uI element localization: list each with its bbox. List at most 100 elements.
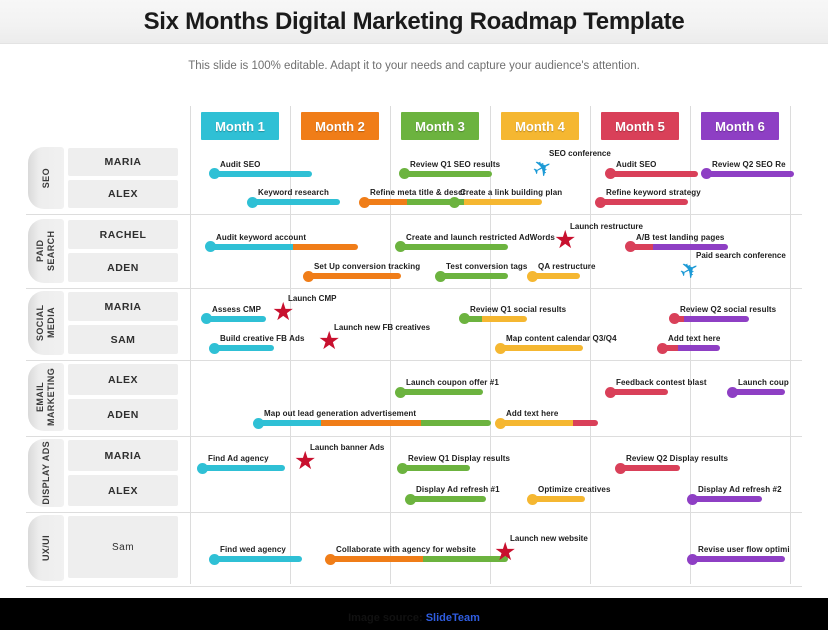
task-bar[interactable]: Feedback contest blast <box>605 378 707 398</box>
task-start-dot <box>395 241 406 253</box>
task-bar-segment <box>608 389 668 396</box>
person-cell: ALEX <box>68 364 178 395</box>
task-bar-segment <box>690 496 762 503</box>
task-start-dot <box>397 462 408 474</box>
task-label: Review Q1 Display results <box>408 454 511 464</box>
row-separator <box>26 512 802 513</box>
month-header-3[interactable]: Month 3 <box>401 112 479 140</box>
task-bar[interactable]: Find wed agency <box>209 545 302 565</box>
task-bar[interactable]: Keyword research <box>247 188 340 208</box>
task-bar[interactable]: Review Q1 social results <box>459 305 566 325</box>
task-bar[interactable]: Collaborate with agency for website <box>325 545 508 565</box>
task-start-dot <box>687 553 698 565</box>
task-bar-segment <box>421 420 491 427</box>
task-bar-segment <box>398 389 483 396</box>
task-bar[interactable]: Refine keyword strategy <box>595 188 701 208</box>
task-bar-segment <box>293 243 358 250</box>
task-start-dot <box>201 313 212 325</box>
task-bar-segment <box>400 465 470 472</box>
task-label: Find wed agency <box>220 545 286 555</box>
task-bar[interactable]: Map out lead generation advertisement <box>253 409 491 429</box>
task-bar-segment <box>408 496 486 503</box>
task-start-dot <box>399 168 410 180</box>
task-bar[interactable]: A/B test landing pages <box>625 233 728 253</box>
task-label: A/B test landing pages <box>636 232 725 242</box>
task-bar[interactable]: Create and launch restricted AdWords <box>395 233 555 253</box>
page-subtitle: This slide is 100% editable. Adapt it to… <box>188 60 640 72</box>
task-bar-segment <box>306 273 401 279</box>
milestone-label: Launch banner Ads <box>310 443 385 453</box>
task-start-dot <box>701 168 712 180</box>
star-milestone-icon: ★ <box>294 447 317 476</box>
category-cell-email-marketing: EMAIL MARKETING <box>28 363 64 431</box>
task-bar[interactable]: Add text here <box>495 409 598 429</box>
task-label: Refine keyword strategy <box>606 188 701 198</box>
task-start-dot <box>253 417 264 429</box>
task-label: Review Q1 SEO results <box>410 159 501 169</box>
brand-name: SlideTeam <box>425 612 480 624</box>
task-bar[interactable]: Optimize creatives <box>527 485 610 505</box>
task-label: Refine meta title & descr <box>370 188 466 198</box>
task-bar-segment <box>498 420 573 427</box>
task-start-dot <box>669 313 680 325</box>
row-separator <box>26 214 802 215</box>
task-label: Assess CMP <box>212 304 262 314</box>
task-bar[interactable]: Revise user flow optimi <box>687 545 790 565</box>
task-bar[interactable]: Audit keyword account <box>205 233 358 253</box>
task-bar[interactable]: Display Ad refresh #1 <box>405 485 500 505</box>
month-header-5[interactable]: Month 5 <box>601 112 679 140</box>
credit-prefix: Image source: <box>348 612 426 624</box>
task-label: Launch coupon offer #1 <box>406 378 499 388</box>
month-header-1[interactable]: Month 1 <box>201 112 279 140</box>
category-cell-seo: SEO <box>28 147 64 209</box>
category-cell-ux-ui: UX/UI <box>28 515 64 581</box>
month-header-2[interactable]: Month 2 <box>301 112 379 140</box>
milestone-label: Launch restructure <box>570 221 643 231</box>
person-cell: ADEN <box>68 399 178 430</box>
task-bar[interactable]: QA restructure <box>527 262 595 282</box>
milestone-label: Paid search conference <box>696 251 786 260</box>
task-bar[interactable]: Review Q1 Display results <box>397 454 510 474</box>
task-start-dot <box>615 462 626 474</box>
task-bar[interactable]: Review Q1 SEO results <box>399 160 500 180</box>
task-start-dot <box>303 270 314 282</box>
month-header-6[interactable]: Month 6 <box>701 112 779 140</box>
row-separator <box>26 288 802 289</box>
task-bar[interactable]: Set Up conversion tracking <box>303 262 420 282</box>
month-header-4[interactable]: Month 4 <box>501 112 579 140</box>
task-bar[interactable]: Review Q2 Display results <box>615 454 728 474</box>
task-bar[interactable]: Review Q2 SEO Re <box>701 160 794 180</box>
task-start-dot <box>459 313 470 325</box>
task-label: Display Ad refresh #2 <box>698 485 782 495</box>
task-bar[interactable]: Launch coupon offer #1 <box>395 378 499 398</box>
month-header-label: Month 3 <box>415 118 465 134</box>
task-label: Map out lead generation advertisement <box>264 409 417 419</box>
task-bar[interactable]: Audit SEO <box>209 160 312 180</box>
task-bar-segment <box>464 199 542 206</box>
task-bar[interactable]: Create a link building plan <box>449 188 562 208</box>
milestone-label: Launch CMP <box>288 293 337 303</box>
task-bar[interactable]: Assess CMP <box>201 305 266 325</box>
task-bar[interactable]: Map content calendar Q3/Q4 <box>495 334 617 354</box>
task-label: Add text here <box>668 334 721 343</box>
task-label: Review Q2 SEO Re <box>712 159 786 169</box>
task-label: Audit keyword account <box>216 232 307 242</box>
task-bar[interactable]: Add text here <box>657 334 720 354</box>
task-bar[interactable]: Refine meta title & descr <box>359 188 466 208</box>
task-bar[interactable]: Build creative FB Ads <box>209 334 304 354</box>
task-start-dot <box>325 553 336 565</box>
task-start-dot <box>625 241 636 253</box>
star-milestone-icon: ★ <box>318 327 341 355</box>
roadmap-board: Month 1 Month 2 Month 3 Month 4 Month 5 Month… <box>0 100 828 590</box>
task-label: Feedback contest blast <box>616 378 707 388</box>
task-bar[interactable]: Launch coup <box>727 378 789 398</box>
task-bar-segment <box>653 243 728 250</box>
task-bar[interactable]: Audit SEO <box>605 160 698 180</box>
task-bar-segment <box>438 273 508 279</box>
task-bar[interactable]: Test conversion tags <box>435 262 527 282</box>
star-milestone-icon: ★ <box>494 538 517 567</box>
task-bar[interactable]: Find Ad agency <box>197 454 285 474</box>
task-start-dot <box>209 553 220 565</box>
task-bar[interactable]: Display Ad refresh #2 <box>687 485 782 505</box>
task-bar[interactable]: Review Q2 social results <box>669 305 776 325</box>
